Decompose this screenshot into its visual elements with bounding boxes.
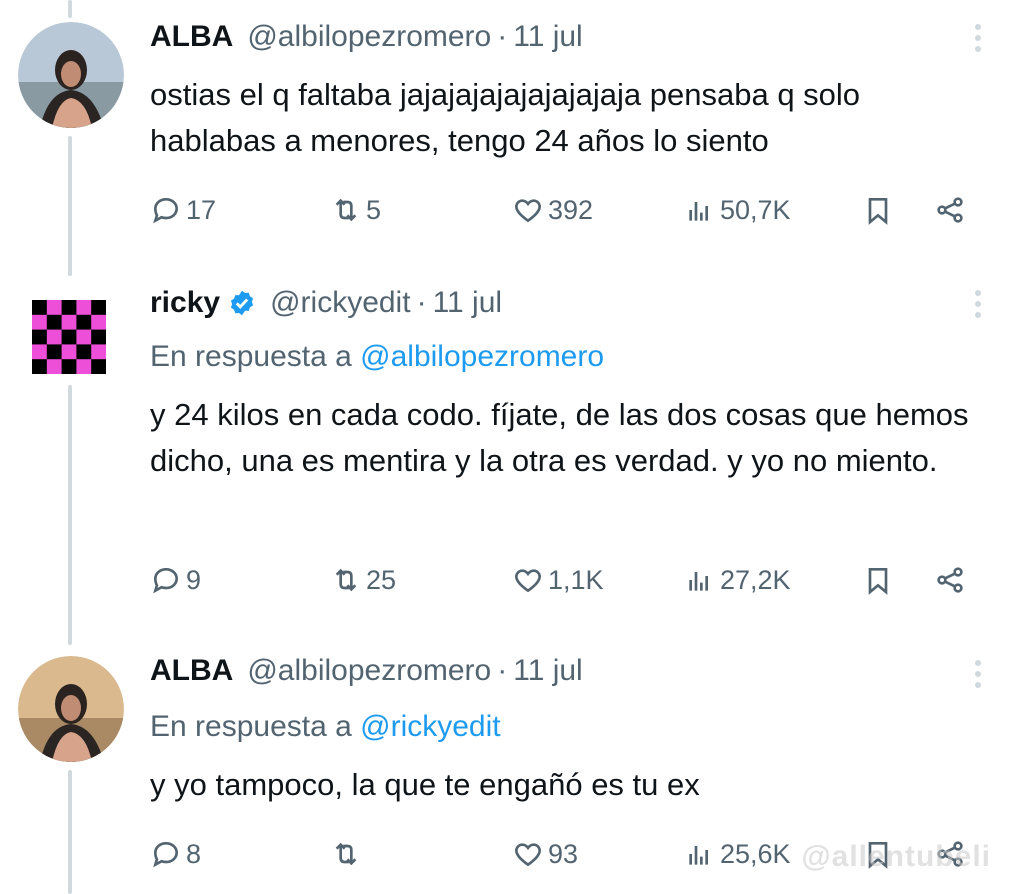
reply-count: 8 — [186, 838, 202, 869]
avatar-checker-pattern — [32, 300, 106, 374]
reply-count: 17 — [186, 194, 217, 225]
author-handle[interactable]: @rickyedit — [270, 286, 410, 320]
reply-button[interactable]: 9 — [150, 560, 201, 600]
tweet-text: y 24 kilos en cada codo. fíjate, de las … — [150, 397, 969, 478]
action-bar: 9 25 1,1K 27,2K — [150, 560, 980, 600]
retweet-icon — [335, 198, 357, 222]
more-icon[interactable] — [973, 24, 983, 58]
share-button[interactable] — [934, 560, 970, 600]
reply-icon — [153, 567, 179, 594]
reply-count: 9 — [186, 564, 202, 595]
tweet-date[interactable]: 11 jul — [513, 20, 583, 54]
tweet-text: ostias el q faltaba jajajajajajajajajaja… — [150, 77, 861, 158]
author-name[interactable]: ALBA — [150, 654, 233, 688]
share-icon — [937, 197, 963, 223]
bookmark-icon — [868, 198, 888, 225]
tweet[interactable]: ricky @rickyedit · 11 jul En respuesta a… — [0, 276, 1009, 636]
tweet-date[interactable]: 11 jul — [433, 286, 503, 320]
tweet-date[interactable]: 11 jul — [513, 654, 583, 688]
reply-context: En respuesta a @albilopezromero — [150, 340, 604, 374]
reply-context: En respuesta a @rickyedit — [150, 710, 501, 744]
views-icon — [689, 202, 708, 221]
reply-button[interactable]: 17 — [150, 190, 216, 230]
views-icon — [689, 846, 708, 865]
reply-icon — [153, 841, 179, 868]
views-count: 27,2K — [720, 564, 791, 595]
views-icon — [689, 572, 708, 591]
avatar-photo — [18, 22, 124, 128]
more-icon[interactable] — [973, 290, 983, 324]
separator-dot: · — [497, 20, 508, 53]
retweet-button[interactable] — [330, 834, 366, 874]
share-button[interactable] — [934, 190, 970, 230]
views-button[interactable]: 50,7K — [684, 190, 791, 230]
like-button[interactable]: 93 — [512, 834, 578, 874]
like-count: 1,1K — [548, 564, 604, 595]
separator-dot: · — [416, 286, 427, 319]
like-icon — [515, 843, 541, 867]
retweet-button[interactable]: 5 — [330, 190, 381, 230]
share-icon — [937, 567, 963, 593]
bookmark-button[interactable] — [862, 190, 898, 230]
tweet-text: y yo tampoco, la que te engañó es tu ex — [150, 767, 700, 802]
views-count: 25,6K — [720, 838, 791, 869]
avatar-photo — [18, 656, 124, 762]
retweet-icon — [335, 842, 357, 866]
watermark: @allentubeli — [801, 840, 991, 873]
verified-badge-icon — [230, 290, 254, 316]
views-button[interactable]: 27,2K — [684, 560, 791, 600]
avatar[interactable] — [18, 22, 124, 128]
avatar[interactable] — [18, 656, 124, 762]
like-icon — [515, 569, 541, 593]
reply-prefix: En respuesta a — [150, 710, 352, 743]
bookmark-button[interactable] — [862, 560, 898, 600]
retweet-count: 25 — [366, 564, 397, 595]
avatar[interactable] — [32, 300, 106, 374]
like-icon — [515, 199, 541, 223]
tweet[interactable]: ALBA @albilopezromero · 11 jul ostias el… — [0, 0, 1009, 260]
like-button[interactable]: 1,1K — [512, 560, 604, 600]
reply-icon — [153, 197, 179, 224]
author-handle[interactable]: @albilopezromero — [247, 654, 491, 688]
reply-mention-link[interactable]: @rickyedit — [360, 710, 500, 743]
author-handle[interactable]: @albilopezromero — [247, 20, 491, 54]
tweet-header: ALBA @albilopezromero · 11 jul — [150, 20, 583, 54]
views-button[interactable]: 25,6K — [684, 834, 791, 874]
like-count: 392 — [548, 194, 594, 225]
tweet-header: ricky @rickyedit · 11 jul — [150, 286, 502, 320]
reply-button[interactable]: 8 — [150, 834, 201, 874]
separator-dot: · — [497, 654, 508, 687]
author-name[interactable]: ALBA — [150, 20, 233, 54]
author-name[interactable]: ricky — [150, 286, 220, 320]
like-button[interactable]: 392 — [512, 190, 593, 230]
retweet-button[interactable]: 25 — [330, 560, 396, 600]
more-icon[interactable] — [973, 660, 983, 694]
reply-prefix: En respuesta a — [150, 340, 352, 373]
retweet-icon — [335, 568, 357, 592]
bookmark-icon — [868, 568, 888, 595]
like-count: 93 — [548, 838, 579, 869]
action-bar: 17 5 392 50,7K — [150, 190, 980, 230]
reply-mention-link[interactable]: @albilopezromero — [360, 340, 604, 373]
views-count: 50,7K — [720, 194, 791, 225]
tweet-header: ALBA @albilopezromero · 11 jul — [150, 654, 583, 688]
retweet-count: 5 — [366, 194, 382, 225]
